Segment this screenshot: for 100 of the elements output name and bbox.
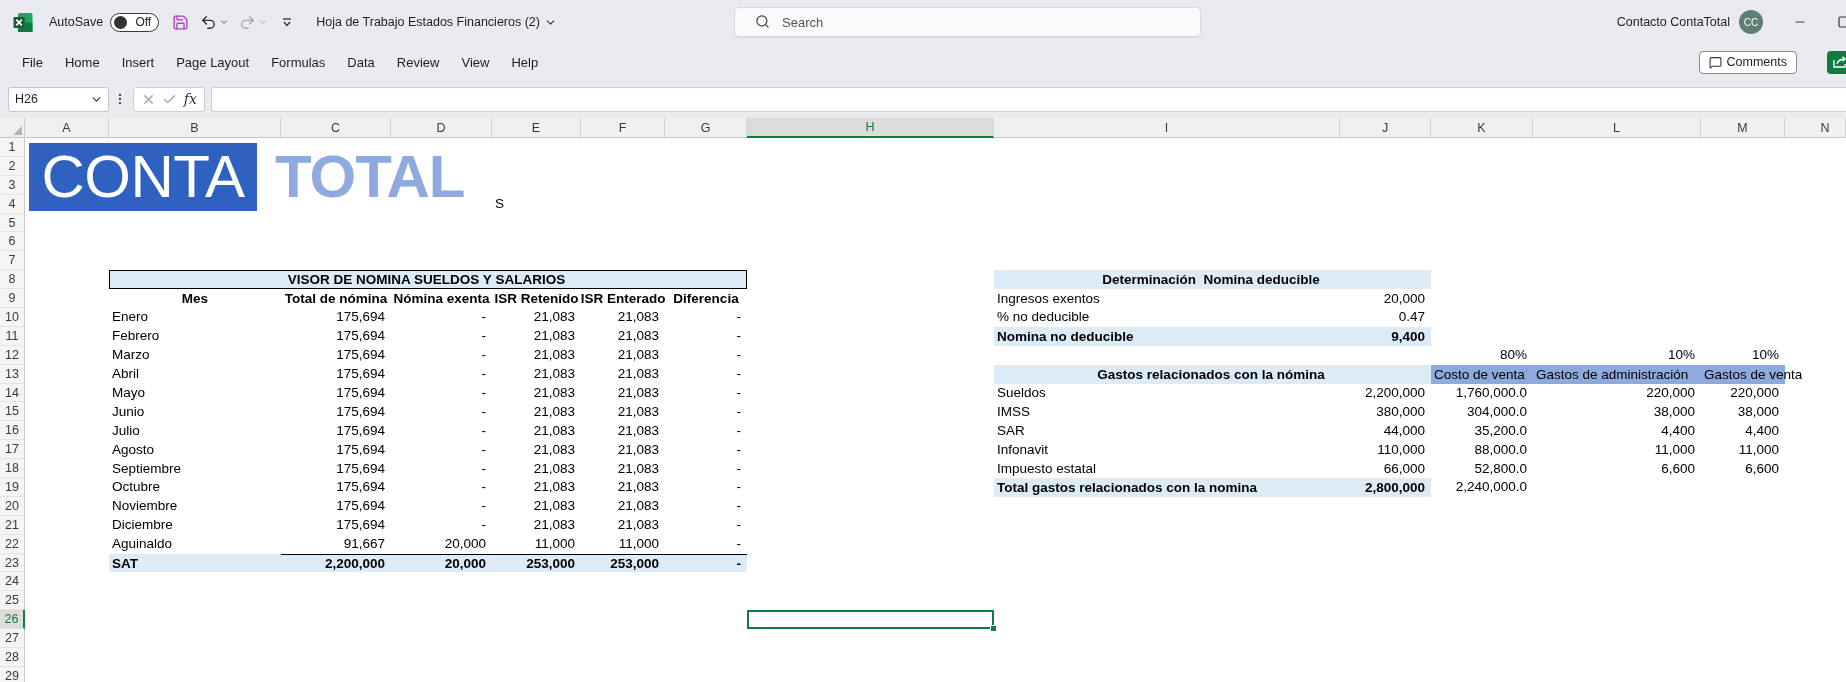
amount-cell: 175,694	[336, 479, 385, 496]
amount-cell: 380,000	[1376, 403, 1425, 420]
percentage-cell: 10%	[1751, 347, 1779, 364]
amount-cell: -	[481, 309, 486, 326]
redo-icon[interactable]	[239, 13, 257, 31]
amount-cell: 11,000	[618, 536, 659, 553]
percentage-cell: 80%	[1499, 347, 1527, 364]
amount-cell: 11,000	[1738, 441, 1779, 458]
row-header[interactable]: 27	[0, 629, 25, 649]
amount-cell: -	[736, 422, 741, 439]
row-header[interactable]: 8	[0, 270, 25, 290]
amount-cell: 21,083	[617, 479, 659, 496]
amount-cell: 11,000	[534, 536, 575, 553]
row-header[interactable]: 7	[0, 251, 25, 271]
row-header[interactable]: 25	[0, 591, 25, 611]
amount-cell: 21,083	[533, 498, 575, 515]
amount-cell: -	[481, 460, 486, 477]
row-header[interactable]: 16	[0, 421, 25, 441]
formula-input[interactable]	[211, 86, 1846, 112]
row-label: Impuesto estatal	[997, 460, 1097, 477]
insert-function-button[interactable]: fx	[183, 91, 197, 107]
ribbon-tab[interactable]: File	[22, 54, 43, 70]
document-title-button[interactable]: Hoja de Trabajo Estados Financieros (2)	[316, 15, 557, 29]
ribbon-tab[interactable]: Help	[511, 54, 539, 70]
total-cell: Nomina no deducible	[994, 326, 1340, 346]
amount-cell: 6,600	[1745, 460, 1779, 477]
row-header[interactable]: 17	[0, 440, 25, 460]
autosave-toggle[interactable]: Off	[110, 12, 160, 32]
column-header[interactable]: K	[1431, 118, 1533, 138]
ribbon-tab[interactable]: Formulas	[271, 54, 326, 70]
table-title: VISOR DE NOMINA SUELDOS Y SALARIOS	[109, 270, 747, 290]
share-button[interactable]	[1827, 50, 1846, 74]
column-header[interactable]: J	[1340, 118, 1431, 138]
amount-cell: 21,083	[533, 479, 575, 496]
amount-cell: 21,083	[533, 441, 575, 458]
column-header[interactable]: D	[391, 118, 492, 138]
month-cell: Enero	[112, 309, 149, 326]
ribbon-tab[interactable]: Page Layout	[176, 54, 250, 70]
ribbon-tab[interactable]: Data	[347, 54, 375, 70]
column-header[interactable]: E	[492, 118, 581, 138]
row-header[interactable]: 19	[0, 478, 25, 497]
column-header[interactable]: A	[25, 118, 109, 138]
row-header[interactable]: 24	[0, 572, 25, 592]
row-header[interactable]: 10	[0, 308, 25, 327]
amount-cell: 21,083	[533, 347, 575, 364]
column-header[interactable]: G	[665, 118, 747, 138]
amount-cell: 44,000	[1383, 422, 1425, 439]
column-header[interactable]: L	[1533, 118, 1701, 138]
save-icon[interactable]	[172, 13, 190, 31]
row-header[interactable]: 15	[0, 402, 25, 422]
month-cell: Aguinaldo	[112, 536, 173, 553]
ribbon-tab[interactable]: Home	[64, 54, 100, 70]
row-header[interactable]: 26	[0, 610, 25, 630]
amount-cell: 175,694	[336, 441, 385, 458]
column-header[interactable]: I	[994, 118, 1340, 138]
amount-cell: 66,000	[1383, 460, 1425, 477]
total-cell: 2,800,000	[1340, 478, 1431, 497]
row-header[interactable]: 28	[0, 648, 25, 667]
maximize-icon[interactable]	[1838, 16, 1846, 28]
ribbon-tab[interactable]: View	[461, 54, 490, 70]
column-header[interactable]: H	[747, 118, 994, 138]
column-header[interactable]: C	[281, 118, 391, 138]
amount-cell: 11,000	[1654, 441, 1695, 458]
percentage-cell: 10%	[1667, 347, 1695, 364]
name-box[interactable]: H26	[8, 86, 109, 112]
column-heading: ISR Retenido	[494, 290, 579, 307]
share-icon	[1833, 56, 1846, 68]
total-cell: 253,000	[581, 553, 665, 573]
amount-cell: 220,000	[1646, 385, 1695, 401]
account-avatar[interactable]: CC	[1739, 10, 1763, 34]
amount-cell: 21,083	[617, 403, 659, 420]
month-cell: Junio	[112, 403, 145, 420]
comments-button[interactable]: Comments	[1698, 50, 1797, 74]
amount-cell: 2,240,000.0	[1455, 479, 1527, 496]
column-header[interactable]: F	[581, 118, 665, 138]
amount-cell: 35,200.0	[1474, 422, 1527, 439]
fill-handle[interactable]	[990, 625, 997, 633]
amount-cell: 175,694	[336, 328, 385, 345]
amount-cell: 175,694	[336, 347, 385, 364]
column-header[interactable]: N	[1785, 118, 1846, 138]
customize-toolbar-icon[interactable]	[282, 17, 293, 27]
row-header[interactable]: 9	[0, 289, 25, 308]
amount-cell: 91,667	[343, 536, 385, 553]
amount-cell: 21,083	[617, 347, 659, 364]
row-header[interactable]: 18	[0, 459, 25, 479]
column-header[interactable]: B	[109, 118, 281, 138]
row-header[interactable]: 1	[0, 138, 25, 157]
caret-icon[interactable]	[219, 17, 230, 27]
search-field[interactable]: Search	[734, 7, 1201, 37]
cell-text: S	[495, 196, 504, 213]
amount-cell: 88,000.0	[1474, 441, 1527, 458]
ribbon-tab[interactable]: Insert	[121, 54, 155, 70]
row-header[interactable]: 6	[0, 232, 25, 252]
amount-cell: 4,400	[1661, 422, 1695, 439]
amount-cell: -	[481, 347, 486, 364]
ribbon-tab[interactable]: Review	[396, 54, 440, 70]
total-cell: 253,000	[492, 553, 581, 573]
column-heading: Mes	[181, 290, 209, 307]
undo-icon[interactable]	[200, 13, 218, 31]
column-header[interactable]: M	[1701, 118, 1785, 138]
